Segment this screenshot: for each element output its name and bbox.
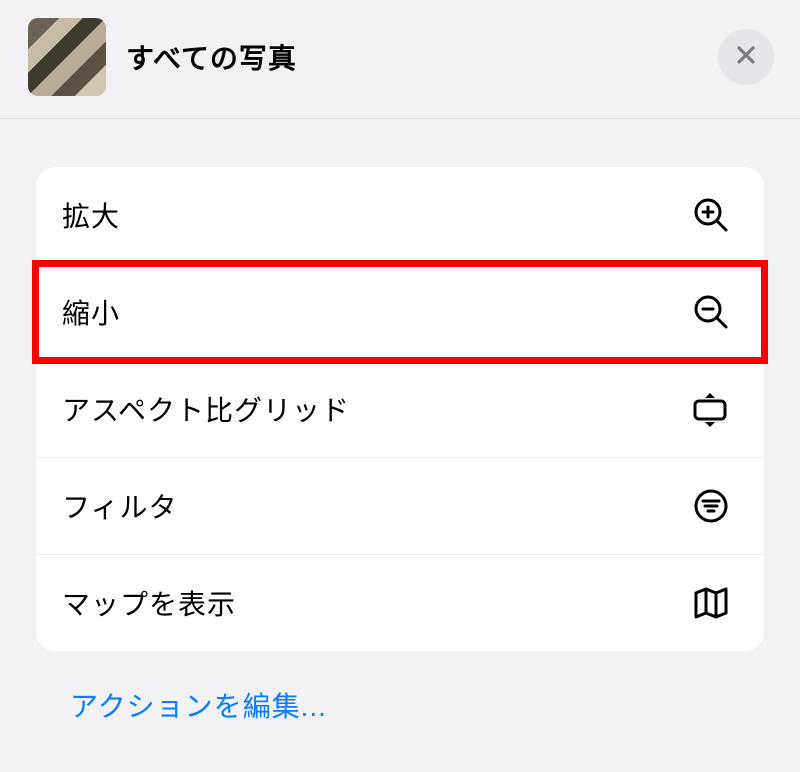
close-button[interactable] xyxy=(718,29,774,85)
menu-item-label: 縮小 xyxy=(62,292,692,332)
menu-item-zoom-out[interactable]: 縮小 xyxy=(36,264,764,361)
menu-item-filter[interactable]: フィルタ xyxy=(36,458,764,555)
menu-item-show-map[interactable]: マップを表示 xyxy=(36,555,764,651)
header: すべての写真 xyxy=(0,0,800,119)
filter-icon xyxy=(692,487,730,525)
menu-item-zoom-in[interactable]: 拡大 xyxy=(36,167,764,264)
map-icon xyxy=(692,584,730,622)
menu-item-label: 拡大 xyxy=(62,195,692,235)
menu-item-label: フィルタ xyxy=(62,486,692,526)
menu-item-label: マップを表示 xyxy=(62,583,692,623)
edit-actions-link[interactable]: アクションを編集... xyxy=(70,685,800,725)
aspect-ratio-icon xyxy=(690,389,730,429)
album-thumbnail[interactable] xyxy=(28,18,106,96)
close-icon xyxy=(734,43,758,72)
actions-panel: 拡大 縮小 アスペクト比グリッド xyxy=(36,167,764,651)
menu-item-label: アスペクト比グリッド xyxy=(62,389,690,429)
zoom-out-icon xyxy=(692,293,730,331)
menu-item-aspect-grid[interactable]: アスペクト比グリッド xyxy=(36,361,764,458)
page-title: すべての写真 xyxy=(126,37,297,77)
zoom-in-icon xyxy=(692,196,730,234)
